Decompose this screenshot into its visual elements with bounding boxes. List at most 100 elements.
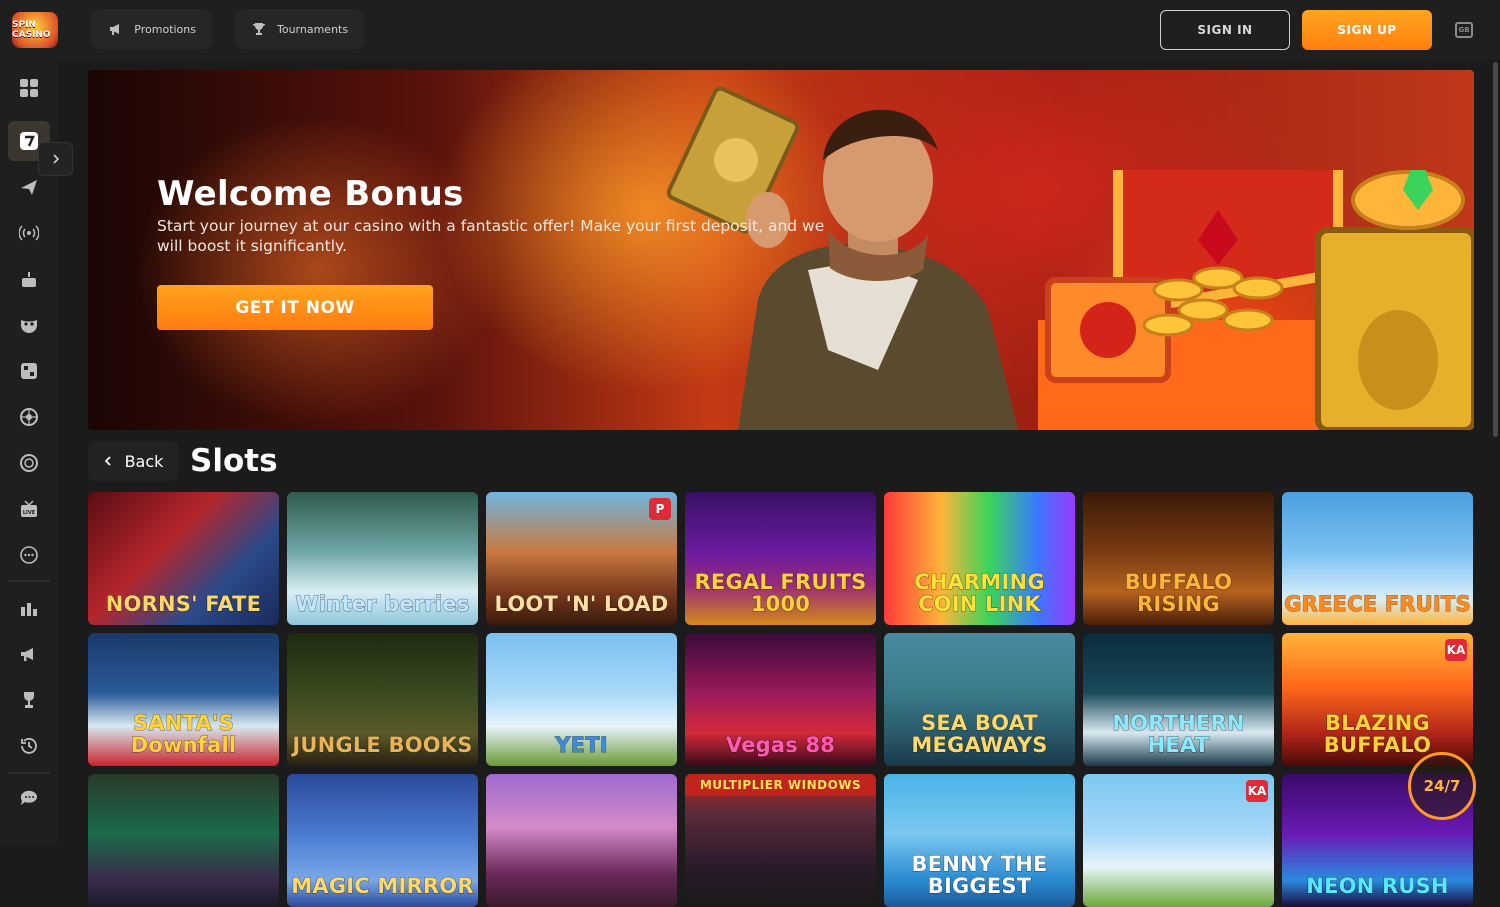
game-title: SEA BOAT MEGAWAYS [911,711,1048,757]
back-button-label: Back [124,451,164,471]
game-title: SANTA'S Downfall [130,711,237,757]
trophy-icon [251,20,267,38]
game-title: REGAL FRUITS 1000 [694,570,867,616]
get-it-now-button[interactable]: GET IT NOW [157,285,433,330]
chat-icon [20,790,37,805]
svg-text:LIVE: LIVE [23,510,36,516]
sidebar-divider [8,580,50,582]
game-title: BENNY THE BIGGEST [911,852,1048,898]
game-grid: NORNS' FATE Winter berries P LOOT 'N' LOAD R… [88,492,1474,907]
game-tile[interactable]: BUFFALO RISING [1083,492,1274,625]
sidebar-item-roulette[interactable] [8,397,50,437]
nav-tournaments[interactable]: Tournaments [235,9,364,49]
sidebar: LIVE [0,60,58,844]
plane-icon [21,180,37,195]
game-title: BUFFALO RISING [1124,570,1233,616]
game-tile[interactable]: SANTA'S Downfall [88,633,279,766]
dots-icon [20,546,38,564]
sidebar-item-other[interactable] [8,535,50,575]
sidebar-item-all-games[interactable] [8,68,50,108]
chip-icon [20,454,38,472]
sidebar-divider [8,772,50,774]
game-tile[interactable]: JUNGLE BOOKS [287,633,478,766]
sidebar-item-history[interactable] [8,726,50,766]
game-title: YETI [555,733,608,757]
game-tile[interactable] [486,774,677,907]
dice-icon [21,363,37,379]
sign-up-button[interactable]: SIGN UP [1302,10,1432,50]
sidebar-item-leaderboard[interactable] [8,588,50,628]
game-tile[interactable] [88,774,279,907]
game-title: LOOT 'N' LOAD [494,592,669,616]
history-icon [21,738,37,754]
game-title: NORNS' FATE [105,592,262,616]
game-title: NORTHERN HEAT [1112,711,1245,757]
sidebar-item-tournaments[interactable] [8,680,50,720]
megaphone-icon [107,20,124,38]
sidebar-item-instant[interactable] [8,351,50,391]
sidebar-item-promotions[interactable] [8,634,50,674]
game-tile[interactable]: P LOOT 'N' LOAD [486,492,677,625]
sidebar-item-bonus-buy[interactable] [8,259,50,299]
game-tile[interactable]: GREECE FRUITS [1282,492,1473,625]
megaphone-icon [21,648,33,661]
chevron-right-icon [52,154,59,164]
broadcast-icon [19,225,39,241]
game-tile[interactable]: SEA BOAT MEGAWAYS [884,633,1075,766]
section-title: Slots [190,443,278,479]
game-tile[interactable]: KA BLAZING BUFFALO [1282,633,1473,766]
seven-icon [20,132,38,150]
game-tile[interactable]: KA [1083,774,1274,907]
cake-icon [22,272,36,287]
stats-icon [21,603,37,616]
nav-tournaments-label: Tournaments [277,22,349,36]
game-title: Winter berries [295,592,470,616]
sidebar-expand-button[interactable] [38,142,73,176]
game-title: MAGIC MIRROR [291,874,474,898]
sidebar-item-chat[interactable] [8,778,50,818]
game-title: BLAZING BUFFALO [1323,711,1432,757]
game-tile[interactable]: NORTHERN HEAT [1083,633,1274,766]
game-title: GREECE FRUITS [1284,592,1471,616]
sidebar-item-table[interactable] [8,305,50,345]
back-button[interactable]: Back [88,441,178,481]
mask-icon [21,320,37,333]
game-title: NEON RUSH [1306,874,1449,898]
game-tile[interactable]: REGAL FRUITS 1000 [685,492,876,625]
game-tile[interactable]: YETI [486,633,677,766]
game-tile[interactable]: Vegas 88 [685,633,876,766]
nav-promotions-label: Promotions [134,22,196,36]
chevron-left-icon [104,456,111,466]
game-tile[interactable]: MULTIPLIER WINDOWS [685,774,876,907]
language-selector[interactable]: GB [1455,22,1473,38]
nav-promotions[interactable]: Promotions [91,9,212,49]
game-tile-ribbon: MULTIPLIER WINDOWS [685,774,876,796]
game-tile[interactable]: MAGIC MIRROR [287,774,478,907]
game-tile[interactable]: CHARMING COIN LINK [884,492,1075,625]
banner-description: Start your journey at our casino with a … [157,217,825,255]
treasure-chest-illustration [1038,170,1474,430]
trophy-icon [24,692,34,708]
sign-in-button[interactable]: SIGN IN [1160,10,1290,50]
game-title: Vegas 88 [725,733,836,757]
game-tile[interactable]: Winter berries [287,492,478,625]
welcome-bonus-banner[interactable]: Welcome Bonus Start your journey at our … [88,70,1474,430]
provider-badge: KA [1445,639,1467,661]
page-scrollbar[interactable] [1493,62,1498,437]
provider-badge: P [649,498,671,520]
live-tv-icon: LIVE [21,500,37,517]
sidebar-item-live-casino[interactable]: LIVE [8,489,50,529]
sidebar-item-jackpot[interactable] [8,443,50,483]
provider-badge: KA [1246,780,1268,802]
game-title: JUNGLE BOOKS [292,733,473,757]
banner-title: Welcome Bonus [157,174,464,214]
sidebar-item-live[interactable] [8,213,50,253]
top-bar: SPIN CASINO Promotions Tournaments SIGN … [0,0,1500,60]
roulette-icon [20,408,38,426]
casino-logo[interactable]: SPIN CASINO [12,12,58,48]
game-tile[interactable]: BENNY THE BIGGEST [884,774,1075,907]
game-title: CHARMING COIN LINK [914,570,1045,616]
support-chat-button[interactable]: 24/7 [1408,752,1476,820]
grid-icon [20,79,38,97]
game-tile[interactable]: NORNS' FATE [88,492,279,625]
